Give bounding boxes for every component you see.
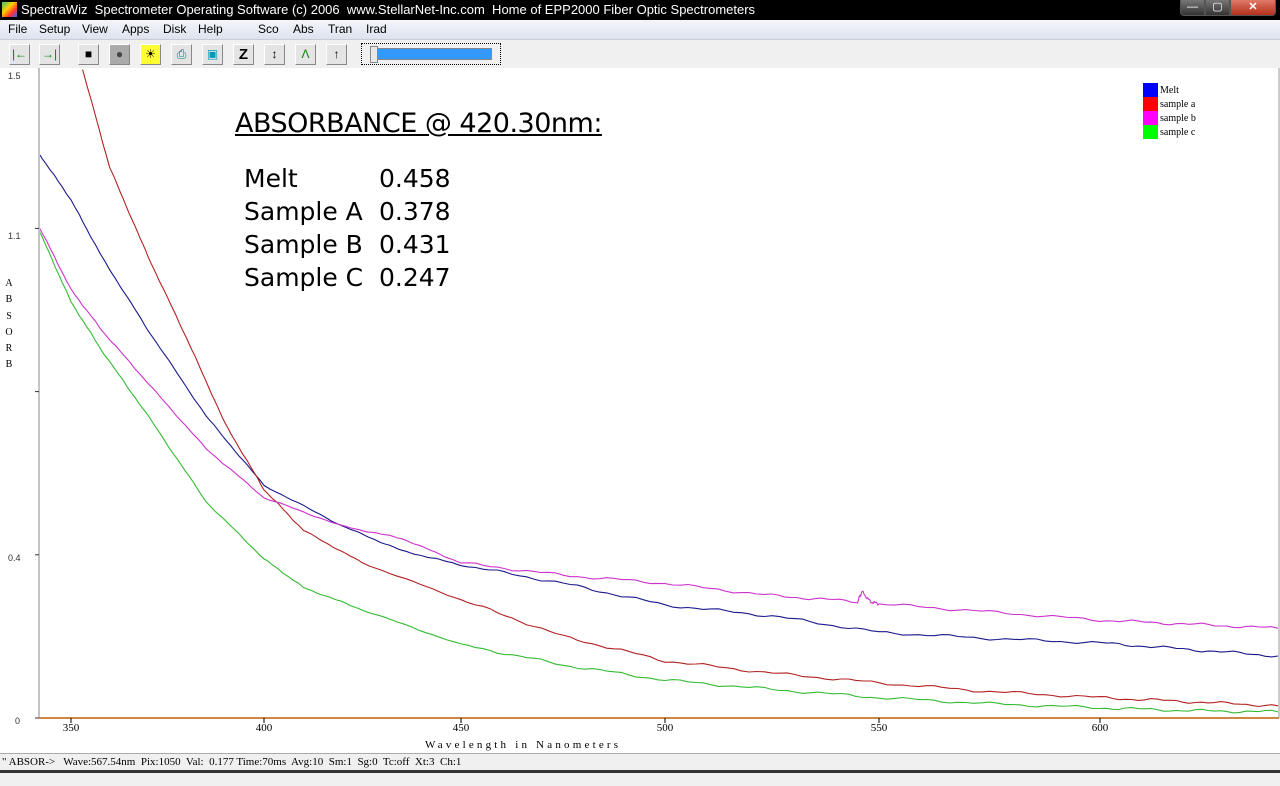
legend-item-sample-c: sample c xyxy=(1143,125,1196,139)
y-tick-label: 1.1 xyxy=(8,231,21,241)
x-tick-label: 600 xyxy=(1091,722,1109,734)
y-axis-title-letter: R xyxy=(5,343,13,355)
x-tick-label: 350 xyxy=(62,722,80,734)
legend-swatch xyxy=(1143,125,1158,139)
legend-label: sample c xyxy=(1160,126,1196,138)
absorbance-chart[interactable] xyxy=(0,0,1280,773)
x-axis-title: Wavelength in Nanometers xyxy=(425,739,622,751)
chart-legend: Melt sample a sample b sample c xyxy=(1143,83,1196,139)
x-tick-label: 550 xyxy=(870,722,888,734)
status-text: " ABSOR-> Wave:567.54nm Pix:1050 Val: 0.… xyxy=(2,756,462,768)
x-tick-label: 500 xyxy=(656,722,674,734)
x-tick-label: 450 xyxy=(452,722,470,734)
y-axis-title-letter: B xyxy=(5,294,13,306)
readout-value: 0.458 xyxy=(379,164,451,193)
legend-swatch xyxy=(1143,111,1158,125)
readout-name: Melt xyxy=(244,164,298,193)
absorbance-readout-table: Melt 0.458 Sample A 0.378 Sample B 0.431… xyxy=(244,162,451,294)
readout-row-sample-c: Sample C 0.247 xyxy=(244,261,451,294)
series-line-sample-c xyxy=(40,232,1279,714)
legend-label: Melt xyxy=(1160,84,1179,96)
absorbance-overlay-title: ABSORBANCE @ 420.30nm: xyxy=(235,108,602,139)
status-bar: " ABSOR-> Wave:567.54nm Pix:1050 Val: 0.… xyxy=(0,753,1280,771)
legend-swatch xyxy=(1143,83,1158,97)
y-axis-title-letter: B xyxy=(5,359,13,371)
y-axis-title-letter: S xyxy=(6,310,12,322)
legend-label: sample b xyxy=(1160,112,1196,124)
legend-swatch xyxy=(1143,97,1158,111)
readout-row-melt: Melt 0.458 xyxy=(244,162,451,195)
readout-name: Sample C xyxy=(244,263,364,292)
legend-item-sample-b: sample b xyxy=(1143,111,1196,125)
series-line-melt xyxy=(40,154,1279,658)
x-tick-label: 400 xyxy=(255,722,273,734)
y-tick-label: 1.5 xyxy=(8,71,21,81)
y-tick-label: 0 xyxy=(15,716,21,726)
readout-name: Sample A xyxy=(244,197,363,226)
y-tick-label: 0.4 xyxy=(8,552,21,563)
readout-name: Sample B xyxy=(244,230,363,259)
legend-item-melt: Melt xyxy=(1143,83,1196,97)
y-axis-title-letter: O xyxy=(5,326,13,338)
legend-item-sample-a: sample a xyxy=(1143,97,1196,111)
readout-row-sample-a: Sample A 0.378 xyxy=(244,195,451,228)
readout-value: 0.247 xyxy=(379,263,451,292)
y-axis-title-letter: A xyxy=(5,278,13,289)
readout-value: 0.431 xyxy=(379,230,451,259)
y-axis-title: ABSORB xyxy=(4,276,14,374)
readout-value: 0.378 xyxy=(379,197,451,226)
readout-row-sample-b: Sample B 0.431 xyxy=(244,228,451,261)
series-line-sample-b xyxy=(40,228,1279,629)
legend-label: sample a xyxy=(1160,98,1196,110)
